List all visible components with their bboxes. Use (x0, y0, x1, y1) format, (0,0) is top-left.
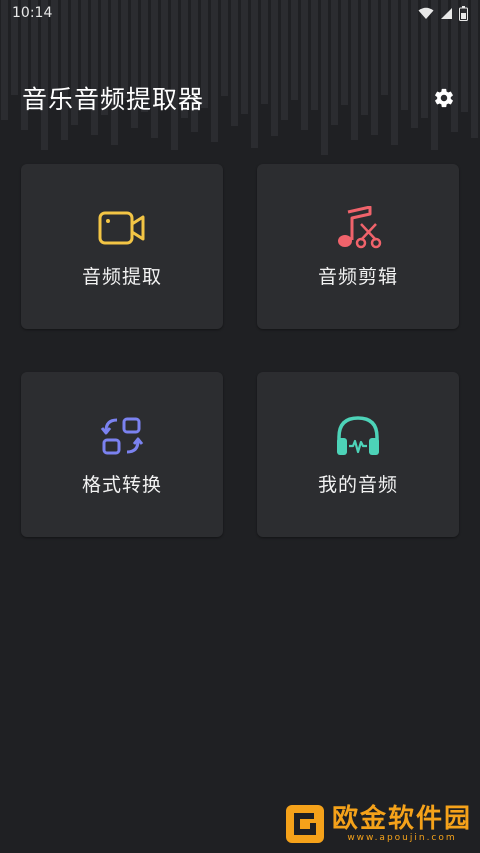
status-time: 10:14 (12, 5, 53, 21)
card-audio-extract[interactable]: 音频提取 (21, 164, 223, 329)
watermark-url: www.apoujin.com (347, 832, 457, 843)
card-label: 音频提取 (81, 266, 162, 288)
app-screen: 10:14 音乐音频提取器 音频提取 音频剪辑 格式转换 我的音频 欧金软件园 … (0, 0, 480, 853)
settings-button[interactable] (430, 84, 458, 112)
card-label: 格式转换 (81, 474, 162, 496)
card-audio-edit[interactable]: 音频剪辑 (257, 164, 459, 329)
music-scissors-icon (334, 204, 382, 252)
watermark-logo-icon (285, 805, 324, 843)
watermark-text: 欧金软件园 (331, 803, 472, 834)
watermark: 欧金软件园 www.apoujin.com (284, 803, 472, 845)
watermark-text-group: 欧金软件园 www.apoujin.com (332, 805, 472, 844)
status-icons (418, 5, 468, 21)
video-camera-icon (98, 204, 146, 252)
convert-icon (98, 412, 146, 460)
card-label: 我的音频 (317, 474, 398, 496)
signal-icon (441, 7, 452, 19)
feature-grid: 音频提取 音频剪辑 格式转换 我的音频 (21, 164, 459, 537)
card-label: 音频剪辑 (317, 266, 398, 288)
app-header: 音乐音频提取器 (22, 78, 458, 118)
card-my-audio[interactable]: 我的音频 (257, 372, 459, 537)
gear-icon (435, 88, 453, 108)
wifi-icon (418, 7, 434, 19)
battery-icon (459, 5, 468, 21)
status-bar: 10:14 (0, 0, 480, 26)
headphones-icon (334, 412, 382, 460)
card-format-convert[interactable]: 格式转换 (21, 372, 223, 537)
app-title: 音乐音频提取器 (22, 85, 205, 114)
